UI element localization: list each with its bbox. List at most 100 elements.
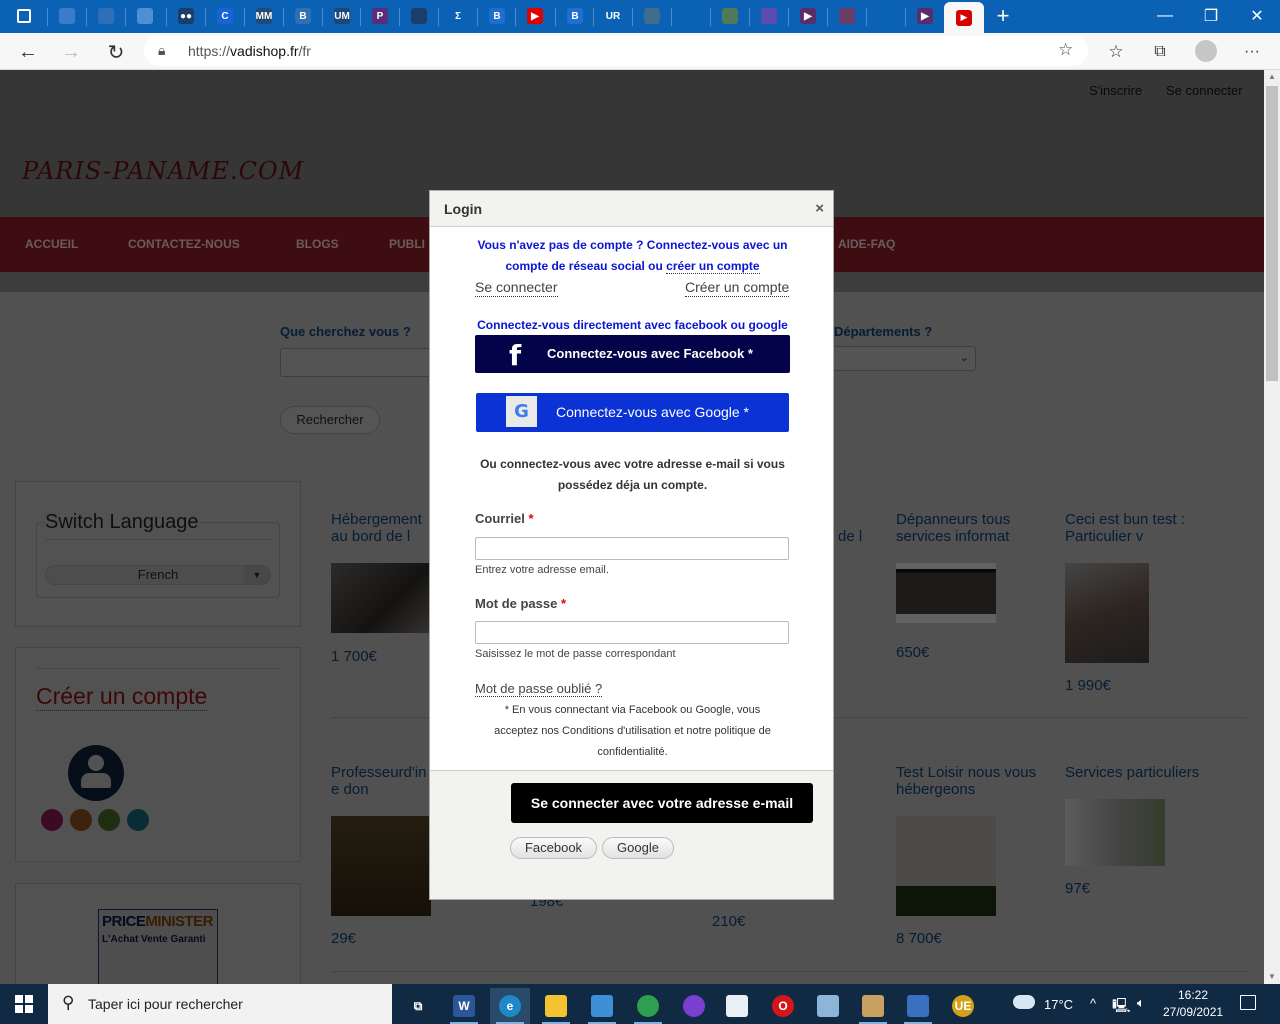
facebook-login-button[interactable]: f Connectez-vous avec Facebook * — [475, 335, 790, 373]
tab-register[interactable]: Créer un compte — [685, 279, 790, 297]
ur-icon: UR — [605, 8, 621, 24]
browser-tab[interactable] — [833, 4, 861, 28]
browser-tab[interactable] — [10, 4, 38, 28]
taskbar-app[interactable]: e — [490, 988, 530, 1024]
google-alt-button[interactable]: Google — [602, 837, 674, 859]
c-icon: C — [217, 8, 233, 24]
close-window-button[interactable]: ✕ — [1234, 0, 1280, 32]
taskbar-app[interactable]: W — [444, 988, 484, 1024]
tab-separator — [322, 8, 323, 26]
play-icon: ▶ — [917, 8, 933, 24]
taskbar-app[interactable] — [628, 988, 668, 1024]
scroll-thumb[interactable] — [1266, 86, 1278, 381]
page-scrollbar[interactable]: ▲ ▼ — [1264, 70, 1280, 984]
browser-tab[interactable]: ▶ — [794, 4, 822, 28]
taskbar-app[interactable]: ⧉ — [398, 988, 438, 1024]
email-field[interactable] — [475, 537, 789, 560]
browser-tab[interactable] — [92, 4, 120, 28]
email-login-submit-button[interactable]: Se connecter avec votre adresse e-mail — [511, 783, 813, 823]
scroll-up-icon[interactable]: ▲ — [1264, 70, 1280, 84]
feather-icon — [726, 995, 748, 1017]
taskbar-search[interactable]: ⚲ Taper ici pour rechercher — [48, 984, 392, 1024]
vpn-icon — [683, 995, 705, 1017]
browser-tab[interactable]: P — [366, 4, 394, 28]
more-menu-icon[interactable]: ··· — [1237, 37, 1267, 67]
browser-tab[interactable] — [872, 4, 900, 28]
minimize-button[interactable]: — — [1142, 0, 1188, 32]
social-heading: Connectez-vous directement avec facebook… — [477, 318, 788, 332]
collections-icon[interactable]: ⧉ — [1145, 37, 1175, 67]
clock-time[interactable]: 16:22 — [1178, 988, 1208, 1002]
taskbar-app[interactable] — [853, 988, 893, 1024]
password-field[interactable] — [475, 621, 789, 644]
google-login-button[interactable]: G Connectez-vous avec Google * — [476, 393, 789, 432]
bird-icon — [644, 8, 660, 24]
browser-tab[interactable] — [53, 4, 81, 28]
p-icon: P — [372, 8, 388, 24]
browser-tab[interactable]: ▶ — [911, 4, 939, 28]
favorites-icon[interactable]: ☆ — [1101, 37, 1131, 67]
taskbar-app[interactable]: O — [763, 988, 803, 1024]
browser-tab[interactable] — [638, 4, 666, 28]
browser-tab[interactable]: MM — [250, 4, 278, 28]
browser-tab[interactable]: B — [483, 4, 511, 28]
google-icon: G — [506, 396, 537, 427]
taskbar-app[interactable] — [898, 988, 938, 1024]
browser-tab[interactable]: UR — [599, 4, 627, 28]
taskbar-app[interactable] — [808, 988, 848, 1024]
start-button[interactable] — [0, 984, 48, 1024]
reload-icon[interactable]: ↻ — [101, 37, 131, 67]
browser-tab[interactable]: B — [289, 4, 317, 28]
browser-tab[interactable] — [131, 4, 159, 28]
volume-icon[interactable]: 🔈︎ — [1137, 995, 1145, 1011]
task-view-icon: ⧉ — [413, 998, 423, 1013]
browser-tab[interactable]: UM — [328, 4, 356, 28]
taskbar-app[interactable] — [674, 988, 714, 1024]
browser-tab[interactable]: ●● — [172, 4, 200, 28]
bolt-icon — [411, 8, 427, 24]
add-favorite-icon[interactable]: ☆ — [1058, 40, 1073, 60]
notifications-icon[interactable] — [1240, 995, 1256, 1010]
password-label: Mot de passe * — [475, 596, 567, 611]
forward-icon[interactable]: → — [56, 37, 86, 67]
profile-avatar[interactable] — [1195, 40, 1217, 62]
taskbar-app[interactable] — [717, 988, 757, 1024]
close-icon[interactable]: × — [815, 200, 824, 217]
taskbar-app[interactable] — [536, 988, 576, 1024]
address-bar[interactable]: 🔒︎ https://vadishop.fr/fr ☆ — [144, 36, 1088, 66]
back-icon[interactable]: ← — [13, 37, 43, 67]
puzzle-icon — [761, 8, 777, 24]
browser-tab[interactable]: ▶ — [521, 4, 549, 28]
browser-tab[interactable] — [716, 4, 744, 28]
facebook-alt-button[interactable]: Facebook — [510, 837, 597, 859]
taskbar-app[interactable]: UE — [943, 988, 983, 1024]
browser-tab[interactable] — [677, 4, 705, 28]
tab-separator — [477, 8, 478, 26]
forgot-password-link[interactable]: Mot de passe oublié ? — [475, 681, 603, 697]
email-help: Entrez votre adresse email. — [475, 564, 609, 576]
browser-tab[interactable] — [405, 4, 433, 28]
create-account-inline-link[interactable]: créer un compte — [666, 259, 760, 274]
scroll-down-icon[interactable]: ▼ — [1264, 970, 1280, 984]
paint-icon — [862, 995, 884, 1017]
new-tab-button[interactable]: + — [990, 3, 1016, 29]
url-text[interactable]: https://vadishop.fr/fr — [188, 43, 311, 59]
restore-button[interactable]: ❐ — [1188, 0, 1234, 32]
browser-tab[interactable]: C — [211, 4, 239, 28]
browser-tab[interactable]: Σ — [444, 4, 472, 28]
clock-date[interactable]: 27/09/2021 — [1163, 1005, 1223, 1019]
network-icon[interactable]: 🖳︎ — [1112, 995, 1131, 1019]
browser-tab[interactable]: B — [561, 4, 589, 28]
modal-header: Login × — [430, 191, 833, 227]
windows-logo-icon — [15, 995, 33, 1013]
blank-icon — [878, 8, 894, 24]
lock-icon[interactable]: 🔒︎ — [158, 42, 165, 59]
tab-separator — [710, 8, 711, 26]
taskbar-app[interactable] — [582, 988, 622, 1024]
weather-temp[interactable]: 17°C — [1044, 997, 1073, 1012]
tray-expand-icon[interactable]: ^ — [1090, 996, 1096, 1011]
active-tab[interactable]: ▶ — [944, 2, 984, 33]
browser-tab[interactable] — [755, 4, 783, 28]
tab-login[interactable]: Se connecter — [475, 279, 558, 297]
search-icon: ⚲ — [62, 993, 75, 1012]
